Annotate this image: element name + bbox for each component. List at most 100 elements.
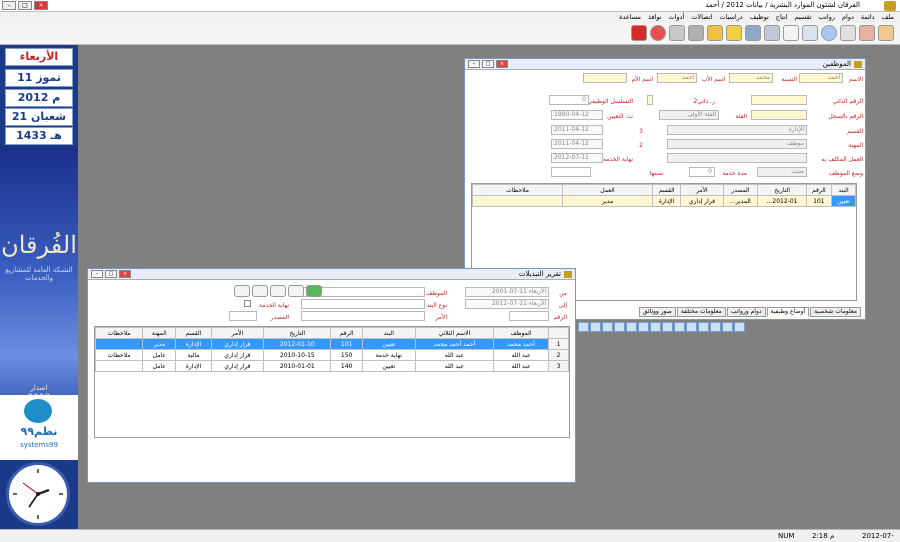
menu-hiring[interactable]: توظيف — [750, 12, 769, 23]
pen-icon[interactable] — [252, 285, 268, 297]
grid-col-order[interactable]: الأمر — [680, 184, 724, 196]
minimize-button[interactable]: – — [2, 1, 16, 10]
service-field[interactable]: 0 — [689, 167, 715, 177]
person-icon[interactable] — [840, 25, 856, 41]
grid-cell[interactable]: مدير — [142, 338, 177, 350]
refresh-icon[interactable] — [306, 285, 322, 297]
nav-edit-button[interactable] — [686, 322, 697, 332]
status-select[interactable]: مثبت — [757, 167, 807, 177]
table-row[interactable]: 2 عبد الله عبد الله نهاية خدمة 150 2010-… — [94, 349, 569, 361]
grid-cell[interactable]: تعيين — [831, 195, 856, 207]
chart-icon[interactable] — [726, 25, 742, 41]
end-date-field[interactable]: 2012-07-11 — [551, 153, 603, 163]
appoint-date[interactable]: 1990-04-12 — [551, 110, 603, 120]
user-icon[interactable] — [878, 25, 894, 41]
report-col-dept[interactable]: القسم — [175, 327, 212, 339]
table-row[interactable]: 1 أحمد محمد أحمد أحمد محمد تعيين 101 201… — [94, 338, 569, 350]
grid-col-dept[interactable]: القسم — [651, 184, 682, 196]
grid-cell[interactable]: عبد الله — [414, 349, 495, 361]
job-select[interactable]: موظف — [667, 139, 807, 149]
report-col-notes[interactable]: ملاحظات — [94, 327, 144, 339]
menu-salaries[interactable]: رواتب — [819, 12, 835, 23]
tab-photos-docs[interactable]: صور ووثائق — [638, 307, 676, 317]
job-seq-field[interactable]: 0 — [549, 95, 589, 105]
print-icon[interactable] — [270, 285, 286, 297]
grid-cell[interactable]: نهاية خدمة — [361, 349, 416, 361]
menu-tools[interactable]: أدوات — [669, 12, 685, 23]
grid-cell[interactable]: مدير — [562, 195, 653, 207]
report-col-date[interactable]: التاريخ — [263, 327, 332, 339]
pen-icon[interactable] — [783, 25, 799, 41]
row-index[interactable]: 1 — [548, 338, 569, 350]
briefcase-icon[interactable] — [802, 25, 818, 41]
nav-save-button[interactable] — [662, 322, 673, 332]
grid-cell[interactable]: 140 — [330, 360, 363, 372]
employees-close[interactable]: × — [496, 60, 508, 68]
menu-file[interactable]: ملف — [882, 12, 894, 23]
report-col-order[interactable]: الأمر — [210, 327, 265, 339]
nav-search-button[interactable] — [674, 322, 685, 332]
grid-col-item[interactable]: البند — [831, 184, 856, 196]
tab-attendance-salary[interactable]: دوام ورواتب — [726, 307, 766, 317]
grid-cell[interactable]: عامل — [142, 349, 177, 361]
grid-cell[interactable] — [94, 338, 144, 350]
preview-icon[interactable] — [288, 285, 304, 297]
nav-new-button[interactable] — [722, 322, 733, 332]
grid-cell[interactable]: الإدارة — [175, 338, 212, 350]
grid-col-source[interactable]: المصدر — [722, 184, 759, 196]
report-col-job[interactable]: المهنة — [142, 327, 177, 339]
clock-icon[interactable] — [821, 25, 837, 41]
maximize-button[interactable]: □ — [18, 1, 32, 10]
grid-col-date[interactable]: التاريخ — [757, 184, 807, 196]
order-select[interactable] — [301, 311, 425, 321]
help-icon[interactable] — [650, 25, 666, 41]
date-3-field[interactable]: 2011-04-12 — [551, 139, 603, 149]
reg-no-field[interactable] — [751, 110, 807, 120]
tab-job-status[interactable]: أوضاع وظيفية — [766, 307, 810, 317]
menu-production[interactable]: انتاج — [776, 12, 788, 23]
grid-cell[interactable]: تعيين — [361, 360, 416, 372]
table-row[interactable]: تعيين 101 2012-01... المدير... قرار إدار… — [472, 195, 856, 207]
menu-attendance[interactable]: دوام — [842, 12, 854, 23]
name-field[interactable]: أحمد — [799, 73, 843, 83]
row-index[interactable]: 3 — [548, 360, 569, 372]
power-icon[interactable] — [631, 25, 647, 41]
lock-icon[interactable] — [669, 25, 685, 41]
grid-cell[interactable]: قرار إداري — [210, 338, 265, 350]
grid-cell[interactable]: 101 — [805, 195, 833, 207]
grid-cell[interactable]: المدير... — [722, 195, 759, 207]
report-close[interactable]: × — [119, 270, 131, 278]
employees-minimize[interactable]: – — [468, 60, 480, 68]
menu-contacts[interactable]: اتصالات — [691, 12, 712, 23]
report-maximize[interactable]: □ — [105, 270, 117, 278]
users-icon[interactable] — [859, 25, 875, 41]
menu-division[interactable]: تقسيم — [795, 12, 812, 23]
table-row[interactable]: 3 عبد الله عبد الله تعيين 140 2010-01-01… — [94, 360, 569, 372]
menu-permanent[interactable]: دائمة — [861, 12, 875, 23]
row-index[interactable]: 2 — [548, 349, 569, 361]
emp-no-field[interactable] — [751, 95, 807, 105]
grid-cell[interactable]: قرار إداري — [680, 195, 724, 207]
grid-cell[interactable]: 150 — [330, 349, 363, 361]
grid-cell[interactable]: عبد الله — [493, 349, 549, 361]
number-field[interactable] — [509, 311, 549, 321]
grade-select[interactable]: الفئة الأولى — [659, 110, 719, 120]
nav-print-button[interactable] — [650, 322, 661, 332]
grid-col-number[interactable]: الرقم — [805, 184, 833, 196]
nav-first-button[interactable] — [578, 322, 589, 332]
family-field[interactable]: محمد — [729, 73, 773, 83]
report-col-employee[interactable]: الموظف — [493, 327, 549, 339]
database-icon[interactable] — [688, 25, 704, 41]
nav-cancel-button[interactable] — [698, 322, 709, 332]
grid-col-notes[interactable]: ملاحظات — [472, 184, 563, 196]
assigned-field[interactable] — [667, 153, 807, 163]
book-icon[interactable] — [764, 25, 780, 41]
report-minimize[interactable]: – — [91, 270, 103, 278]
new-icon[interactable] — [234, 285, 250, 297]
nav-save-icon[interactable] — [734, 322, 745, 332]
grid-cell[interactable]: 2010-01-01 — [263, 360, 332, 372]
menu-help[interactable]: مساعدة — [619, 12, 641, 23]
nav-last-button[interactable] — [614, 322, 625, 332]
report-col-number[interactable]: الرقم — [330, 327, 363, 339]
grid-cell[interactable]: عامل — [142, 360, 177, 372]
